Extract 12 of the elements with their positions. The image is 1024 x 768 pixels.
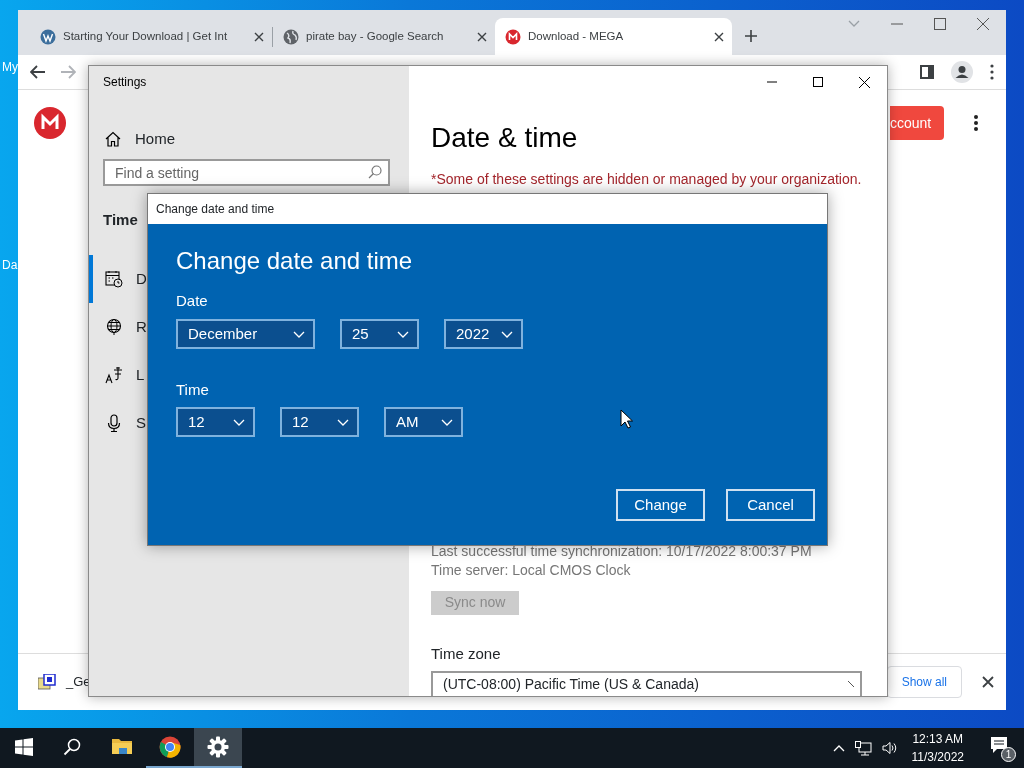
sync-info-text: Time server: Local CMOS Clock xyxy=(431,561,632,580)
field-label: Time zone xyxy=(431,643,502,664)
window-title: Settings xyxy=(103,74,147,91)
section-heading: Time xyxy=(103,211,138,228)
field-label: Time xyxy=(176,380,210,400)
field-label: Date xyxy=(176,291,209,311)
sync-info-text: Last successful time synchronization: 10/17/2022 8:00:37 PM xyxy=(431,542,813,561)
notification-count-badge: 1 xyxy=(1001,747,1016,762)
page-title: Date & time xyxy=(431,121,579,155)
managed-notice: *Some of these settings are hidden or managed by your organization. xyxy=(431,170,863,189)
dialog-heading: Change date and time xyxy=(176,246,414,276)
dialog-title: Change date and time xyxy=(156,201,275,218)
